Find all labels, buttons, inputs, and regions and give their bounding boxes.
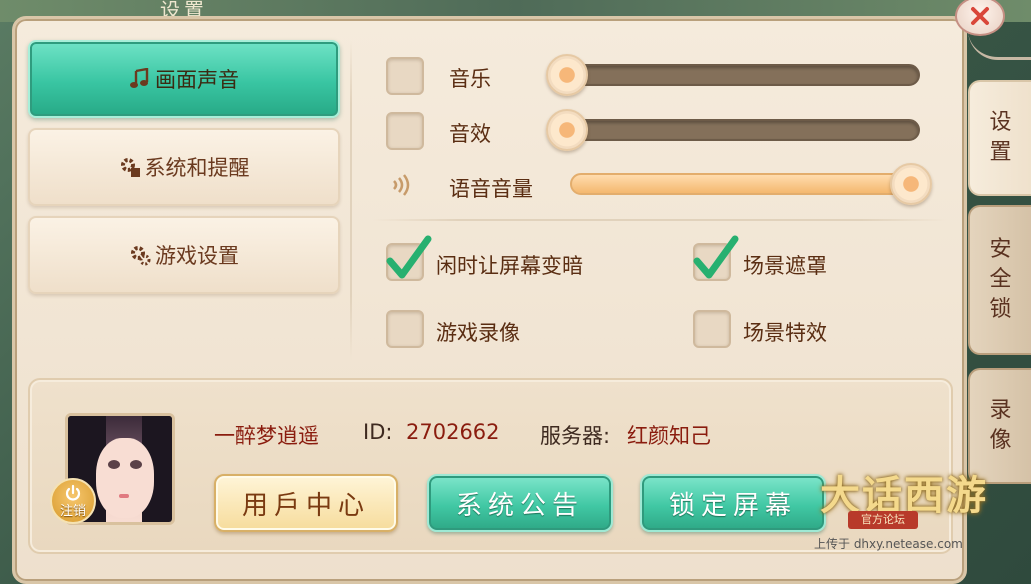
user-id-label: ID: [363, 420, 393, 444]
tab-recording[interactable]: 录 像 [968, 368, 1031, 484]
gear-icon [131, 246, 151, 266]
music-checkbox[interactable] [386, 57, 424, 95]
game-record-label: 游戏录像 [436, 321, 520, 345]
horizontal-divider [372, 219, 947, 221]
tab-settings-char: 置 [989, 140, 1012, 165]
sfx-slider-knob[interactable] [546, 109, 588, 151]
vertical-divider [350, 40, 352, 360]
checkmark-icon [386, 235, 432, 279]
scene-fx-label: 场景特效 [743, 321, 827, 345]
speaker-waves-icon [393, 174, 410, 196]
tab-settings[interactable]: 设 置 [968, 80, 1031, 196]
sfx-label: 音效 [449, 122, 491, 146]
tab-recording-char: 像 [989, 428, 1012, 453]
tab-recording-char: 录 [989, 398, 1012, 423]
dim-idle-checkbox[interactable] [386, 235, 432, 281]
dim-idle-label: 闲时让屏幕变暗 [436, 254, 583, 278]
gear-icon [120, 158, 140, 177]
music-slider-knob[interactable] [546, 54, 588, 96]
scene-fx-checkbox[interactable] [693, 310, 731, 348]
logout-label: 注销 [59, 503, 86, 519]
voice-slider-knob[interactable] [890, 163, 932, 205]
scene-mask-label: 场景遮罩 [743, 254, 827, 278]
system-notice-button[interactable]: 系统公告 [427, 474, 613, 532]
nav-item-display-sound[interactable]: 画面声音 [28, 40, 340, 118]
tab-security-char: 全 [989, 267, 1012, 292]
lock-screen-button[interactable]: 锁定屏幕 [640, 474, 826, 532]
server-value: 红颜知己 [627, 424, 711, 448]
sfx-checkbox[interactable] [386, 112, 424, 150]
checkmark-icon [693, 235, 739, 279]
voice-volume-label: 语音音量 [449, 177, 533, 201]
voice-slider-fill [572, 175, 918, 193]
user-name: 一醉梦逍遥 [214, 424, 319, 448]
music-slider-track[interactable] [570, 64, 920, 86]
sfx-slider-track[interactable] [570, 119, 920, 141]
music-note-icon [130, 68, 149, 88]
voice-slider-track[interactable] [570, 173, 920, 195]
logout-button[interactable]: 注销 [50, 478, 96, 524]
tab-security-char: 安 [989, 237, 1012, 262]
close-icon [971, 7, 989, 25]
nav-item-label: 画面声音 [155, 68, 239, 92]
nav-item-label: 系统和提醒 [144, 156, 250, 180]
nav-item-label: 游戏设置 [155, 244, 239, 268]
music-label: 音乐 [449, 67, 491, 91]
game-record-checkbox[interactable] [386, 310, 424, 348]
tab-settings-char: 设 [989, 110, 1012, 135]
tab-security-char: 锁 [989, 297, 1012, 322]
scene-mask-checkbox[interactable] [693, 235, 739, 281]
user-center-button[interactable]: 用戶中心 [214, 474, 398, 532]
nav-item-system-reminders[interactable]: 系统和提醒 [28, 128, 340, 206]
server-label: 服务器: [540, 424, 611, 448]
nav-item-game-settings[interactable]: 游戏设置 [28, 216, 340, 294]
tab-security-lock[interactable]: 安 全 锁 [968, 205, 1031, 355]
user-id-value: 2702662 [406, 420, 500, 444]
